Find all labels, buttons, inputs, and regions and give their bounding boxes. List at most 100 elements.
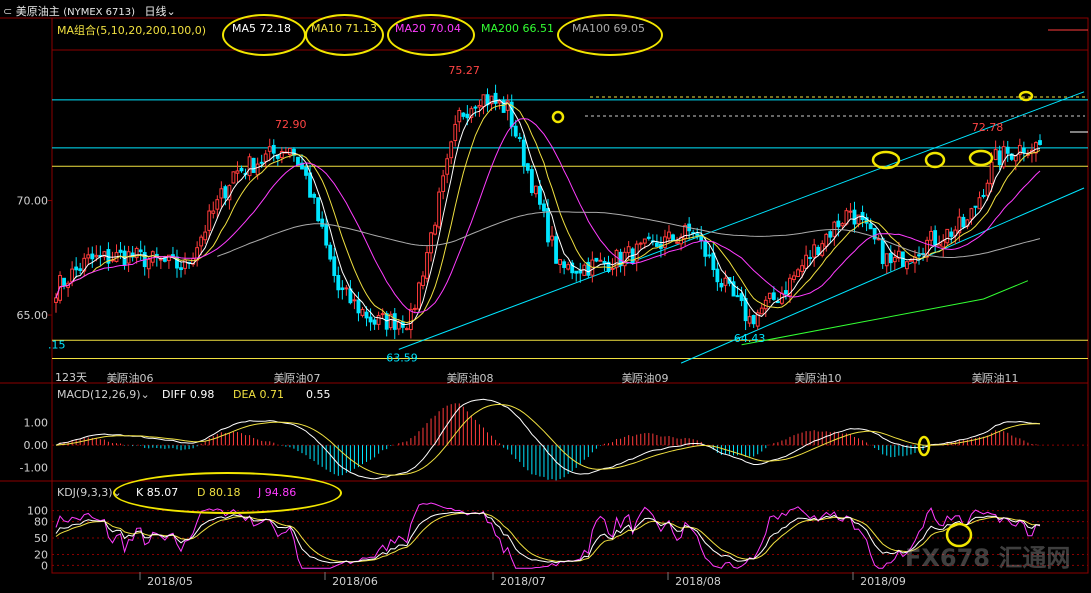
candle-body	[78, 268, 83, 271]
date-label: 2018/07	[500, 575, 546, 588]
candle-body	[961, 216, 966, 228]
period-selector[interactable]: 日线⌄	[145, 5, 176, 18]
ma-indicator-label[interactable]: MA组合(5,10,20,200,100,0)	[57, 22, 206, 38]
candle-body	[598, 259, 603, 262]
kdj-y-label: 0	[41, 559, 48, 572]
candle-body	[429, 232, 433, 254]
candle-body	[594, 257, 599, 262]
candle-body	[538, 186, 542, 205]
price-panel[interactable]: 70.00 65.00 72.90 75.27 72.78 64.43 63.59 .15 美原…	[17, 29, 1089, 385]
price-extreme-label: 72.78	[972, 121, 1004, 134]
candle-body	[840, 223, 845, 227]
candle-body	[267, 146, 272, 152]
candle-body	[251, 157, 256, 173]
candle-body	[183, 259, 187, 269]
candle-body	[441, 175, 446, 192]
bar-count-label: 123天	[55, 371, 87, 384]
macd-diff-value: DIFF 0.98	[162, 388, 215, 401]
contract-label: 美原油11	[972, 371, 1019, 385]
highlight-ring	[1018, 90, 1034, 102]
candle-body	[171, 254, 175, 257]
date-label: 2018/08	[675, 575, 721, 588]
candle-body	[969, 208, 974, 220]
candle-body	[917, 254, 921, 257]
contract-label: 美原油06	[107, 371, 154, 385]
candle-body	[929, 230, 934, 241]
candle-body	[905, 261, 909, 270]
candle-body	[271, 144, 276, 154]
candle-body	[344, 287, 349, 290]
candle-body	[937, 243, 942, 247]
candle-body	[812, 244, 817, 258]
title-bar: ⊂ 美原油主 (NYMEX 6713) 日线⌄	[3, 3, 176, 19]
candle-body	[695, 233, 700, 236]
candle-body	[989, 161, 994, 185]
candle-body	[804, 254, 809, 269]
candle-body	[892, 256, 897, 263]
candle-body	[223, 186, 228, 199]
highlight-ring-kdj	[113, 472, 342, 514]
candle-body	[675, 241, 679, 244]
candle-body	[981, 194, 986, 197]
symbol-name[interactable]: 美原油主	[16, 5, 60, 18]
candle-body	[74, 266, 79, 271]
candle-body	[203, 231, 208, 241]
candle-body	[1005, 146, 1010, 154]
candle-body	[521, 139, 526, 167]
candle-body	[558, 259, 563, 265]
candle-body	[566, 264, 571, 270]
candle-body	[610, 267, 615, 270]
candle-body	[54, 297, 58, 303]
candle-body	[751, 314, 756, 325]
back-icon[interactable]: ⊂	[3, 5, 12, 18]
candle-body	[836, 220, 841, 228]
candle-body	[408, 308, 413, 331]
symbol-code: (NYMEX 6713)	[63, 7, 136, 18]
candle-body	[683, 225, 688, 240]
candle-body	[211, 210, 216, 214]
candle-body	[308, 172, 312, 198]
candle-body	[997, 150, 1002, 166]
date-axis: 2018/05 2018/06 2018/07 2018/08 2018/09	[139, 572, 906, 588]
candle-body	[747, 316, 752, 324]
candle-body	[465, 113, 470, 119]
candle-body	[533, 185, 538, 195]
candle-body	[336, 275, 341, 291]
macd-indicator-label[interactable]: MACD(12,26,9)⌄	[57, 388, 150, 401]
candle-body	[138, 249, 143, 253]
candle-body	[941, 240, 946, 248]
candle-body	[255, 163, 260, 176]
candle-body	[70, 268, 75, 283]
candle-body	[973, 205, 978, 208]
candle-body	[852, 209, 857, 225]
candle-body	[493, 92, 498, 104]
macd-dea-value: DEA 0.71	[233, 388, 284, 401]
contract-label: 美原油10	[795, 371, 842, 385]
candle-body	[417, 282, 421, 310]
candle-body	[207, 210, 212, 231]
kdj-indicator-label[interactable]: KDJ(9,3,3)⌄	[57, 486, 122, 499]
period-label: 日线	[144, 5, 167, 18]
candle-body	[703, 240, 708, 257]
candle-body	[933, 230, 938, 246]
ma200-value: MA200 66.51	[481, 22, 555, 35]
price-extreme-label: 63.59	[386, 351, 418, 364]
macd-y-label: -1.00	[20, 462, 48, 475]
candle-body	[332, 256, 337, 277]
candle-body	[433, 224, 437, 235]
highlight-ring	[924, 151, 946, 169]
candle-body	[542, 203, 546, 212]
candle-body	[884, 253, 889, 267]
annotation-marks	[551, 90, 1034, 548]
candle-body	[529, 169, 534, 193]
candle-body	[574, 270, 579, 274]
candle-body	[372, 319, 377, 325]
candle-body	[316, 197, 321, 222]
candle-body	[421, 275, 425, 286]
candle-body	[723, 277, 728, 286]
candle-body	[844, 210, 849, 225]
candle-body	[868, 223, 873, 230]
candle-body	[759, 307, 764, 315]
candle-body	[263, 153, 268, 162]
candle-body	[360, 308, 365, 316]
